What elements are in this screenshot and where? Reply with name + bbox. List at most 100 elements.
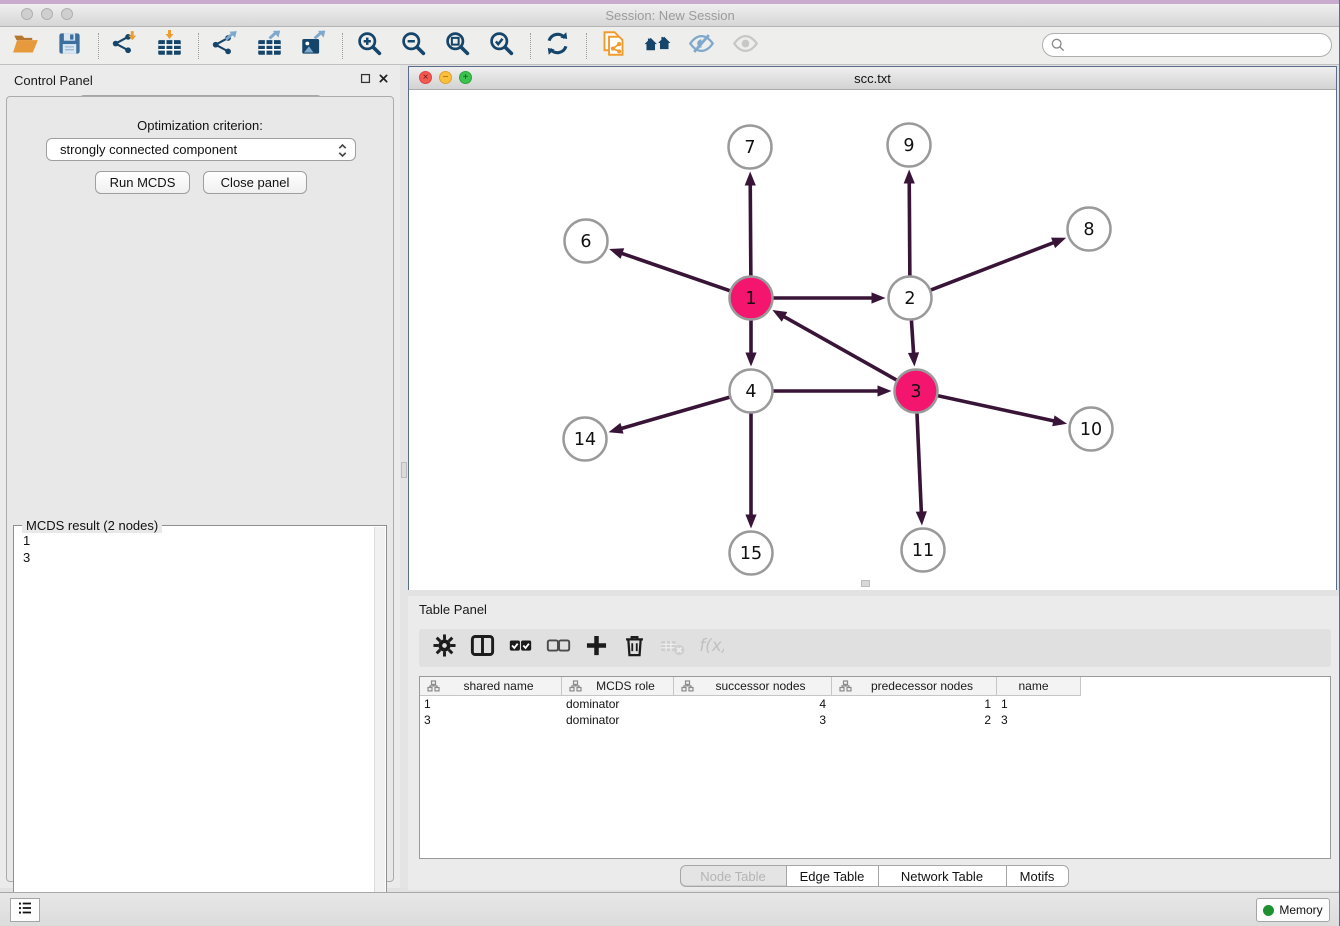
graph-edge-1-7[interactable] [745,171,756,275]
table-cell[interactable]: dominator [562,696,674,712]
optimization-criterion-select[interactable]: strongly connected component [46,138,356,161]
memory-status-icon [1263,905,1274,916]
graph-edge-1-2[interactable] [774,292,886,303]
column-header-shared-name[interactable]: shared name [420,677,562,696]
save-session-button[interactable] [52,30,86,62]
zoom-selected-button[interactable] [484,30,518,62]
mcds-result-text[interactable]: 1 3 [17,532,372,903]
zoom-out-button[interactable] [396,30,430,62]
delete-column-button[interactable] [617,632,651,664]
graph-edge-1-4[interactable] [745,321,756,367]
table-row[interactable]: 3dominator323 [420,712,1081,728]
table-cell[interactable]: 1 [832,696,997,712]
show-columns-button[interactable] [465,632,499,664]
export-image-button[interactable] [296,30,330,62]
table-cell[interactable]: 4 [674,696,832,712]
column-header-predecessor-nodes[interactable]: predecessor nodes [832,677,997,696]
import-table-button[interactable] [152,30,186,62]
node-label: 4 [745,382,756,402]
table-tab-edge-table[interactable]: Edge Table [787,865,879,887]
table-cell[interactable]: 3 [997,712,1081,728]
table-tab-network-table[interactable]: Network Table [879,865,1007,887]
table-row[interactable]: 1dominator411 [420,696,1081,712]
memory-label: Memory [1279,903,1322,917]
graph-node-4[interactable]: 4 [730,370,773,413]
panel-splitter[interactable] [400,65,408,888]
table-cell[interactable]: 3 [674,712,832,728]
result-scrollbar[interactable] [374,527,385,905]
graph-edge-4-15[interactable] [745,414,756,529]
show-eye-button[interactable] [728,30,762,62]
clone-network-button[interactable] [596,30,630,62]
zoom-fit-icon [444,30,471,62]
mcds-result-group: MCDS result (2 nodes) 1 3 [13,525,387,907]
graph-node-7[interactable]: 7 [729,126,772,169]
export-network-button[interactable] [208,30,242,62]
graph-edge-4-14[interactable] [609,397,730,433]
column-header-successor-nodes[interactable]: successor nodes [674,677,832,696]
select-all-button[interactable] [503,632,537,664]
graph-edge-1-6[interactable] [609,248,730,290]
hide-panels-button[interactable] [684,30,718,62]
network-window-titlebar[interactable]: × − + scc.txt [409,67,1336,90]
import-network-button[interactable] [108,30,142,62]
node-label: 1 [745,289,756,309]
node-table-header: shared nameMCDS role successor nodesprede… [420,677,1081,696]
table-cell[interactable]: 1 [420,696,562,712]
table-tab-motifs[interactable]: Motifs [1007,865,1069,887]
graph-edge-2-9[interactable] [904,169,915,275]
graph-node-3[interactable]: 3 [895,370,938,413]
column-header-name[interactable]: name [997,677,1081,696]
graph-edge-2-3[interactable] [908,320,919,366]
graph-node-11[interactable]: 11 [902,529,945,572]
table-cell[interactable]: 1 [997,696,1081,712]
table-tab-node-table[interactable]: Node Table [680,865,787,887]
close-panel-button[interactable]: Close panel [203,171,307,194]
view-resize-grip[interactable] [861,580,870,587]
graph-node-1[interactable]: 1 [730,277,773,320]
export-network-icon [212,30,239,62]
search-input[interactable] [1042,33,1332,57]
network-window-title: scc.txt [409,71,1336,86]
function-builder-icon: f(x) [697,632,724,664]
float-panel-icon[interactable] [359,72,372,85]
graph-edge-3-1[interactable] [772,310,896,380]
control-panel: Control Panel NetworkStyleSelectMCDS Opt… [0,65,400,888]
graph-edge-3-11[interactable] [916,413,927,525]
graph-node-8[interactable]: 8 [1068,208,1111,251]
graph-node-15[interactable]: 15 [730,532,773,575]
graph-node-14[interactable]: 14 [564,418,607,461]
table-cell[interactable]: 2 [832,712,997,728]
close-panel-icon[interactable] [377,72,390,85]
graph-node-9[interactable]: 9 [888,124,931,167]
zoom-fit-button[interactable] [440,30,474,62]
column-label: successor nodes [700,679,831,693]
graph-edge-4-3[interactable] [774,385,892,396]
save-session-icon [56,30,83,62]
graph-edge-3-10[interactable] [938,396,1067,427]
table-cell[interactable]: dominator [562,712,674,728]
column-header-MCDS-role[interactable]: MCDS role [562,677,674,696]
splitter-grip-icon[interactable] [401,462,407,478]
unselect-all-button[interactable] [541,632,575,664]
mcds-tab-content: Optimization criterion: strongly connect… [6,96,394,882]
network-canvas[interactable]: 1 2 3 4 6 7 8 9 10 11 14 15 [409,90,1336,590]
refresh-button[interactable] [540,30,574,62]
task-history-button[interactable] [10,898,40,922]
graph-edge-2-8[interactable] [931,238,1066,290]
toolbar-separator [342,33,343,59]
go-home-button[interactable] [640,30,674,62]
attribute-settings-button[interactable] [427,632,461,664]
graph-node-10[interactable]: 10 [1070,408,1113,451]
memory-button[interactable]: Memory [1256,898,1330,922]
graph-node-6[interactable]: 6 [565,220,608,263]
table-cell[interactable]: 3 [420,712,562,728]
graph-node-2[interactable]: 2 [889,277,932,320]
add-column-button[interactable] [579,632,613,664]
refresh-icon [544,30,571,62]
open-file-button[interactable] [8,30,42,62]
zoom-in-button[interactable] [352,30,386,62]
export-table-button[interactable] [252,30,286,62]
run-mcds-button[interactable]: Run MCDS [95,171,190,194]
hide-panels-icon [688,30,715,62]
